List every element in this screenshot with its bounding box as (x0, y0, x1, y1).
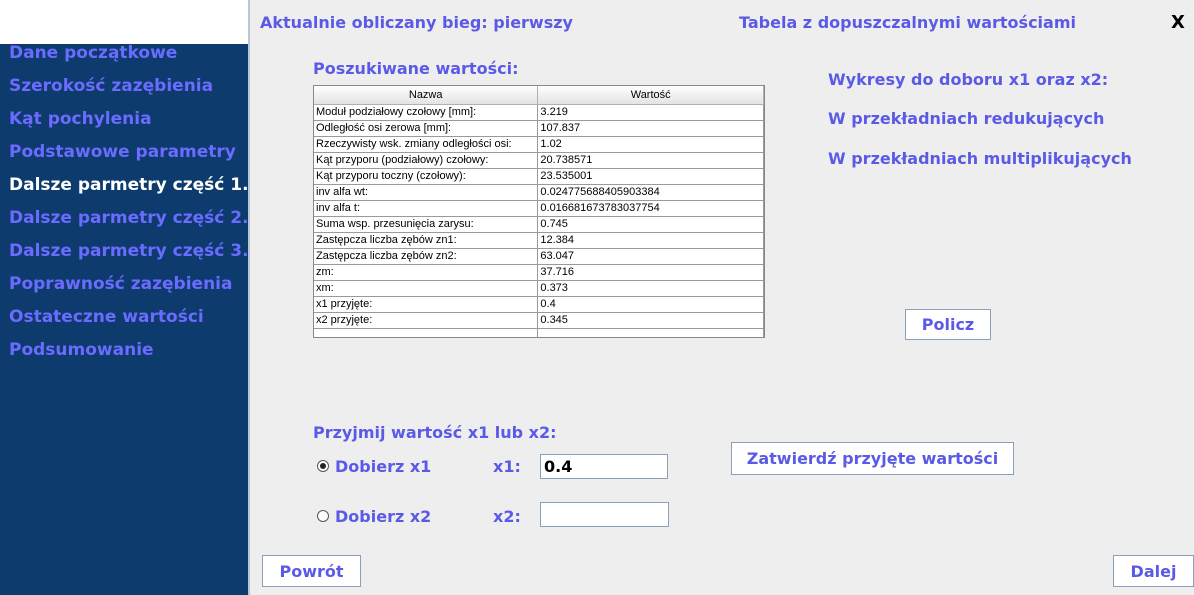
sidebar-item-szerokosc-zazebienia[interactable]: Szerokość zazębienia (9, 76, 213, 96)
reducing-gears-chart-link[interactable]: W przekładniach redukujących (828, 109, 1104, 128)
table-row[interactable]: x2 przyjęte: 0.345 (314, 312, 764, 329)
radio-dobierz-x1[interactable] (317, 460, 329, 472)
close-icon[interactable]: X (1171, 12, 1185, 33)
compute-button[interactable]: Policz (905, 309, 991, 340)
results-title: Poszukiwane wartości: (313, 59, 519, 78)
table-row-empty (314, 328, 764, 337)
sidebar-item-dane-poczatkowe[interactable]: Dane początkowe (9, 43, 177, 63)
confirm-values-button[interactable]: Zatwierdź przyjęte wartości (731, 442, 1014, 475)
table-cell-name[interactable]: x2 przyjęte: (314, 312, 539, 329)
table-cell-value[interactable]: 12.384 (537, 232, 764, 249)
table-cell-value[interactable]: 107.837 (537, 120, 764, 137)
table-cell-name[interactable]: x1 przyjęte: (314, 296, 539, 313)
table-row[interactable]: Zastępcza liczba zębów zn2: 63.047 (314, 248, 764, 265)
sidebar-item-podsumowanie[interactable]: Podsumowanie (9, 340, 154, 360)
table-cell-name[interactable]: zm: (314, 264, 539, 281)
table-row[interactable]: zm: 37.716 (314, 264, 764, 281)
table-row[interactable]: Moduł podziałowy czołowy [mm]: 3.219 (314, 104, 764, 121)
sidebar-item-dalsze-parametry-1[interactable]: Dalsze parmetry część 1. (9, 175, 249, 195)
table-cell-name[interactable]: xm: (314, 280, 539, 297)
table-cell-name[interactable]: Rzeczywisty wsk. zmiany odległości osi: (314, 136, 539, 153)
table-row[interactable]: inv alfa t: 0.016681673783037754 (314, 200, 764, 217)
table-row[interactable]: xm: 0.373 (314, 280, 764, 297)
table-cell-value[interactable]: 20.738571 (537, 152, 764, 169)
x1-label: x1: (493, 457, 521, 476)
table-row[interactable]: Odległość osi zerowa [mm]: 107.837 (314, 120, 764, 137)
table-row[interactable]: Rzeczywisty wsk. zmiany odległości osi: 1… (314, 136, 764, 153)
table-row[interactable]: Kąt przyporu toczny (czołowy): 23.535001 (314, 168, 764, 185)
x1-input[interactable] (540, 454, 668, 479)
panel-divider (248, 0, 250, 595)
table-cell-name[interactable]: Zastępcza liczba zębów zn1: (314, 232, 539, 249)
table-row[interactable]: Kąt przyporu (podziałowy) czołowy: 20.738… (314, 152, 764, 169)
x2-label: x2: (493, 507, 521, 526)
next-button[interactable]: Dalej (1113, 555, 1194, 587)
table-row[interactable]: x1 przyjęte: 0.4 (314, 296, 764, 313)
allowed-values-table-link[interactable]: Tabela z dopuszczalnymi wartościami (739, 13, 1076, 32)
table-cell-value[interactable]: 0.345 (537, 312, 764, 329)
sidebar-item-poprawnosc-zazebienia[interactable]: Poprawność zazębienia (9, 274, 232, 294)
table-cell-empty (537, 328, 764, 337)
back-button[interactable]: Powrót (262, 555, 361, 587)
table-cell-value[interactable]: 0.4 (537, 296, 764, 313)
table-row[interactable]: Zastępcza liczba zębów zn1: 12.384 (314, 232, 764, 249)
table-cell-value[interactable]: 1.02 (537, 136, 764, 153)
table-cell-value[interactable]: 0.745 (537, 216, 764, 233)
sidebar-item-kat-pochylenia[interactable]: Kąt pochylenia (9, 109, 152, 129)
multiplying-gears-chart-link[interactable]: W przekładniach multiplikujących (828, 149, 1132, 168)
sidebar-item-ostateczne-wartosci[interactable]: Ostateczne wartości (9, 307, 204, 327)
table-cell-empty (314, 328, 539, 337)
table-row[interactable]: Suma wsp. przesunięcia zarysu: 0.745 (314, 216, 764, 233)
sidebar-header-strip (0, 0, 248, 44)
table-cell-name[interactable]: Suma wsp. przesunięcia zarysu: (314, 216, 539, 233)
table-cell-name[interactable]: Moduł podziałowy czołowy [mm]: (314, 104, 539, 121)
results-table-body: Moduł podziałowy czołowy [mm]: 3.219 Odleg… (314, 104, 764, 337)
table-row[interactable]: inv alfa wt: 0.024775688405903384 (314, 184, 764, 201)
sidebar-item-dalsze-parametry-2[interactable]: Dalsze parmetry część 2. (9, 208, 249, 228)
table-cell-name[interactable]: inv alfa wt: (314, 184, 539, 201)
sidebar-item-dalsze-parametry-3[interactable]: Dalsze parmetry część 3. (9, 241, 249, 261)
table-cell-name[interactable]: Zastępcza liczba zębów zn2: (314, 248, 539, 265)
table-cell-value[interactable]: 37.716 (537, 264, 764, 281)
table-cell-value[interactable]: 0.373 (537, 280, 764, 297)
radio-dobierz-x2[interactable] (317, 510, 329, 522)
table-cell-name[interactable]: inv alfa t: (314, 200, 539, 217)
radio-selected-dot (320, 463, 326, 469)
accept-values-title: Przyjmij wartość x1 lub x2: (313, 423, 557, 442)
table-cell-name[interactable]: Kąt przyporu toczny (czołowy): (314, 168, 539, 185)
results-table: Nazwa Wartość Moduł podziałowy czołowy [… (313, 85, 765, 338)
table-cell-value[interactable]: 3.219 (537, 104, 764, 121)
x2-input[interactable] (540, 502, 669, 527)
charts-title: Wykresy do doboru x1 oraz x2: (828, 70, 1109, 89)
table-cell-name[interactable]: Odległość osi zerowa [mm]: (314, 120, 539, 137)
option-dobierz-x1-label[interactable]: Dobierz x1 (335, 457, 431, 476)
table-cell-value[interactable]: 0.024775688405903384 (537, 184, 764, 201)
sidebar-item-podstawowe-parametry[interactable]: Podstawowe parametry (9, 142, 236, 162)
table-cell-value[interactable]: 63.047 (537, 248, 764, 265)
column-header-name[interactable]: Nazwa (314, 86, 539, 105)
current-gear-title: Aktualnie obliczany bieg: pierwszy (260, 13, 573, 32)
column-header-value[interactable]: Wartość (537, 86, 764, 105)
sidebar: Dane początkowe Szerokość zazębienia Kąt… (0, 0, 249, 595)
option-dobierz-x2-label[interactable]: Dobierz x2 (335, 507, 431, 526)
table-cell-value[interactable]: 0.016681673783037754 (537, 200, 764, 217)
table-cell-name[interactable]: Kąt przyporu (podziałowy) czołowy: (314, 152, 539, 169)
table-cell-value[interactable]: 23.535001 (537, 168, 764, 185)
